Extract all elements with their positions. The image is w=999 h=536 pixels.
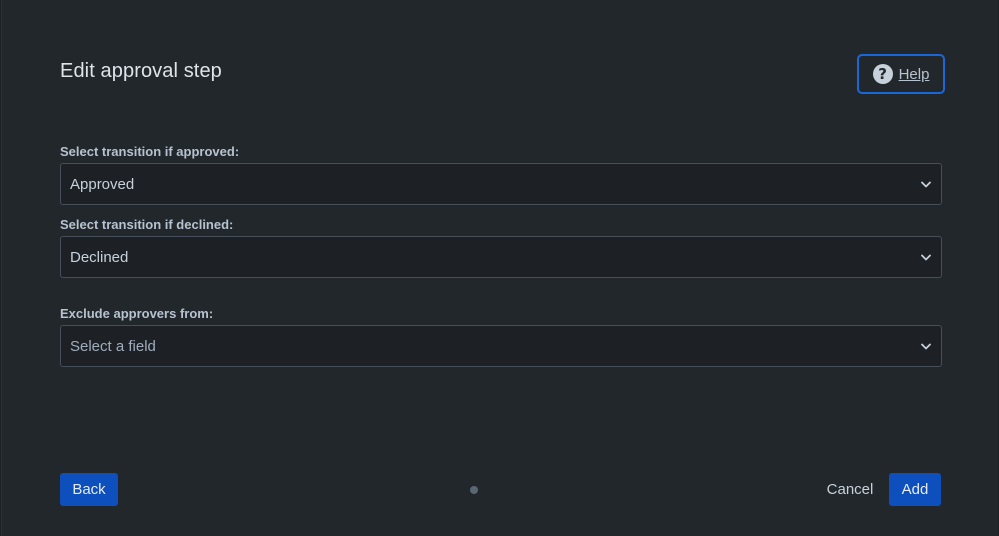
step-indicator-dot bbox=[470, 486, 478, 494]
exclude-approvers-label: Exclude approvers from: bbox=[60, 306, 214, 321]
exclude-approvers-select[interactable]: Select a field bbox=[60, 325, 942, 367]
approved-transition-label: Select transition if approved: bbox=[60, 144, 240, 159]
help-button[interactable]: ? Help bbox=[857, 54, 945, 94]
chevron-down-icon bbox=[920, 178, 932, 190]
declined-transition-label: Select transition if declined: bbox=[60, 217, 234, 232]
approved-transition-select[interactable]: Approved bbox=[60, 163, 942, 205]
back-button[interactable]: Back bbox=[60, 473, 118, 506]
help-label: Help bbox=[898, 65, 930, 83]
dialog-title: Edit approval step bbox=[60, 60, 222, 82]
exclude-approvers-placeholder: Select a field bbox=[70, 337, 156, 355]
add-button[interactable]: Add bbox=[889, 473, 941, 506]
chevron-down-icon bbox=[920, 340, 932, 352]
chevron-down-icon bbox=[920, 251, 932, 263]
question-circle-icon: ? bbox=[872, 64, 893, 84]
edit-approval-step-dialog: Edit approval step ? Help Select transit… bbox=[1, 0, 998, 536]
declined-transition-select[interactable]: Declined bbox=[60, 236, 942, 278]
declined-transition-value: Declined bbox=[70, 248, 129, 266]
approved-transition-value: Approved bbox=[70, 175, 135, 193]
cancel-button[interactable]: Cancel bbox=[819, 473, 881, 506]
